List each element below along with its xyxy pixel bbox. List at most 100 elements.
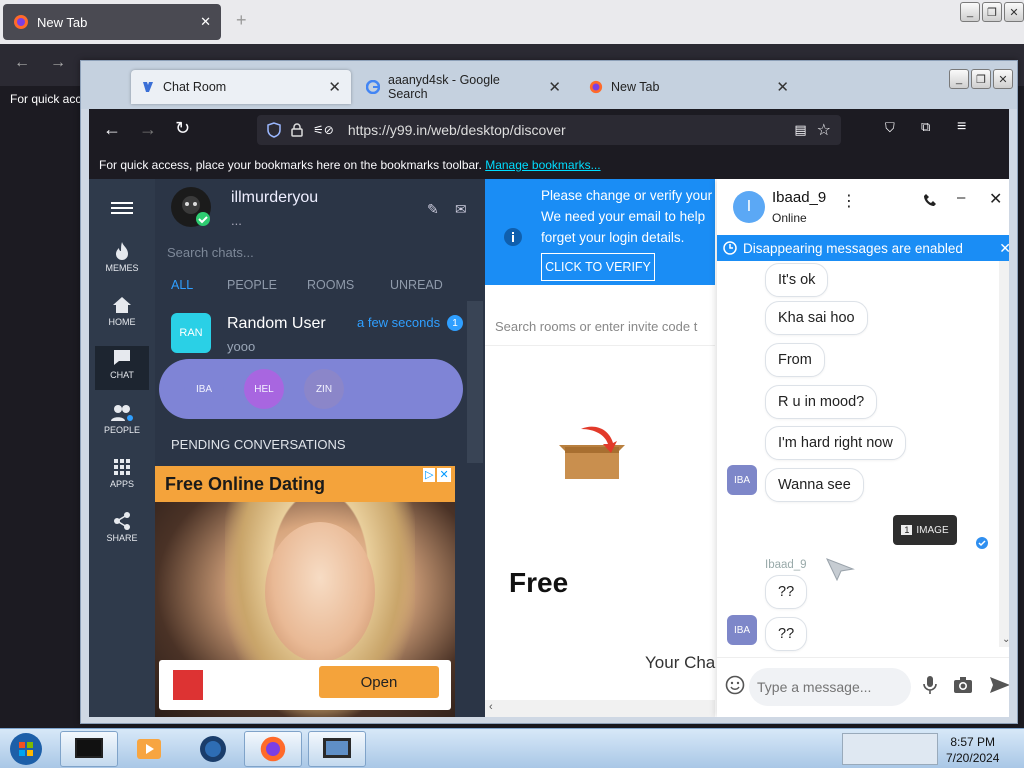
filter-tab-people[interactable]: PEOPLE [227,278,277,292]
chat-scrollbar[interactable]: ⌄ [999,261,1009,647]
tray-notification[interactable] [842,733,938,765]
shield-icon[interactable] [267,122,281,138]
forward-arrow-icon[interactable]: → [50,54,66,72]
camera-icon[interactable] [953,676,973,694]
lock-icon[interactable] [291,123,303,137]
verify-button[interactable]: CLICK TO VERIFY [541,253,655,281]
new-tab-plus-icon[interactable]: + [236,10,247,31]
contact-avatar[interactable]: I [733,191,765,223]
scrollbar[interactable] [467,301,483,463]
ad-open-button[interactable]: Open [319,666,439,698]
background-tab-bar: New Tab ✕ + _ ❐ ✕ [0,0,1024,44]
taskbar-app-globe[interactable] [184,731,242,767]
reload-icon[interactable]: ↻ [175,118,190,139]
restore-icon[interactable]: ❐ [982,2,1002,22]
message-input[interactable] [749,668,911,706]
permissions-icon[interactable]: ⚟⊘ [313,123,334,137]
open-box-icon [555,419,629,481]
room-search-input[interactable]: Search rooms or enter invite code t [495,319,697,334]
minimize-chat-icon[interactable]: – [957,189,965,206]
tab-google-search[interactable]: aaanyd4sk - Google Search ✕ [356,70,571,104]
rail-item-apps[interactable]: APPS [95,455,149,499]
pocket-icon[interactable]: ⛉ [885,120,895,136]
taskbar-app-window[interactable] [308,731,366,767]
window-controls: _ ❐ ✕ [949,69,1013,89]
background-tab[interactable]: New Tab ✕ [3,4,221,40]
pill-avatar[interactable]: ZIN [304,369,344,409]
taskbar-app-firefox[interactable] [244,731,302,767]
system-clock[interactable]: 8:57 PM 7/20/2024 [946,734,999,766]
pill-avatar[interactable]: IBA [184,369,224,409]
menu-icon[interactable]: ≡ [957,118,966,136]
reader-view-icon[interactable]: ▤ [794,122,806,138]
rail-item-memes[interactable]: MEMES [95,239,149,283]
microphone-icon[interactable] [923,675,937,695]
back-arrow-icon[interactable]: ← [14,54,30,72]
forward-arrow-icon[interactable]: → [139,119,157,140]
phone-icon[interactable] [923,193,937,207]
back-arrow-icon[interactable]: ← [103,119,121,140]
pill-avatar[interactable]: HEL [244,369,284,409]
bookmark-star-icon[interactable]: ☆ [817,120,831,140]
adchoices-icon[interactable]: ▷ [423,468,436,482]
message-bubble: Kha sai hoo [765,301,868,335]
rail-item-share[interactable]: SHARE [95,509,149,553]
close-tab-icon[interactable]: ✕ [548,78,561,96]
minimize-icon[interactable]: _ [949,69,969,89]
hamburger-icon[interactable] [111,199,133,217]
chat-window: I Ibaad_9 Online ⋮ – ✕ Disappearing mess… [717,179,1009,717]
user-avatar[interactable] [171,187,211,227]
rail-item-people[interactable]: PEOPLE [95,401,149,445]
edit-pencil-icon[interactable]: ✎ [427,201,439,218]
filter-tab-all[interactable]: ALL [171,278,193,292]
background-window-controls: _ ❐ ✕ [960,2,1024,22]
emoji-icon[interactable] [725,675,745,695]
horizontal-scrollbar[interactable]: ‹ [485,700,715,717]
rail-label: HOME [108,317,136,327]
url-bar[interactable]: ⚟⊘ https://y99.in/web/desktop/discover ▤… [257,115,841,145]
minimize-icon[interactable]: _ [960,2,980,22]
close-tab-icon[interactable]: ✕ [200,14,211,30]
tab-new-tab[interactable]: New Tab ✕ [579,70,799,104]
url-text[interactable]: https://y99.in/web/desktop/discover [348,122,566,138]
close-chat-icon[interactable]: ✕ [989,189,1002,209]
taskbar-app-terminal[interactable] [60,731,118,767]
send-icon[interactable] [989,676,1009,694]
filter-tab-rooms[interactable]: ROOMS [307,278,354,292]
ad-footer: Open [159,660,451,710]
close-window-icon[interactable]: ✕ [993,69,1013,89]
image-label: IMAGE [916,524,949,536]
message-bubble: Wanna see [765,468,864,502]
start-button[interactable] [6,731,46,767]
close-tab-icon[interactable]: ✕ [776,78,789,96]
message-avatar[interactable]: IBA [727,615,757,645]
close-tab-icon[interactable]: ✕ [328,78,341,96]
browser-window: Chat Room ✕ aaanyd4sk - Google Search ✕ … [80,60,1018,724]
background-tab-title: New Tab [37,14,88,30]
message-avatar[interactable]: IBA [727,465,757,495]
filter-tab-unread[interactable]: UNREAD [390,278,443,292]
user-status: ... [231,213,242,228]
ad-thumbnail [173,670,203,700]
taskbar-app-media[interactable] [120,731,178,767]
restore-icon[interactable]: ❐ [971,69,991,89]
compose-icon[interactable]: ✉ [455,201,467,218]
disappearing-notice: Disappearing messages are enabled ✕ [717,235,1009,261]
more-options-icon[interactable]: ⋮ [841,191,857,211]
chat-icon [95,346,149,370]
extensions-icon[interactable]: ⧉ [921,119,930,135]
rail-item-chat[interactable]: CHAT [95,346,149,390]
rail-item-home[interactable]: HOME [95,293,149,337]
ad-close-controls[interactable]: ▷ ✕ [423,468,453,482]
advertisement[interactable]: Free Online Dating ▷ ✕ Open [155,466,455,717]
chat-list-item[interactable]: RAN Random User yooo a few seconds 1 [155,301,475,357]
close-ad-icon[interactable]: ✕ [437,468,451,482]
chat-search-input[interactable]: Search chats... [167,245,254,260]
manage-bookmarks-link[interactable]: Manage bookmarks... [485,158,600,172]
close-window-icon[interactable]: ✕ [1004,2,1024,22]
chat-list-panel: illmurderyou ... ✎ ✉ Search chats... ALL… [155,179,485,717]
people-icon [95,401,149,425]
close-notice-icon[interactable]: ✕ [999,240,1009,257]
tab-chat-room[interactable]: Chat Room ✕ [131,70,351,104]
sent-image-message[interactable]: 1 IMAGE [893,515,957,545]
